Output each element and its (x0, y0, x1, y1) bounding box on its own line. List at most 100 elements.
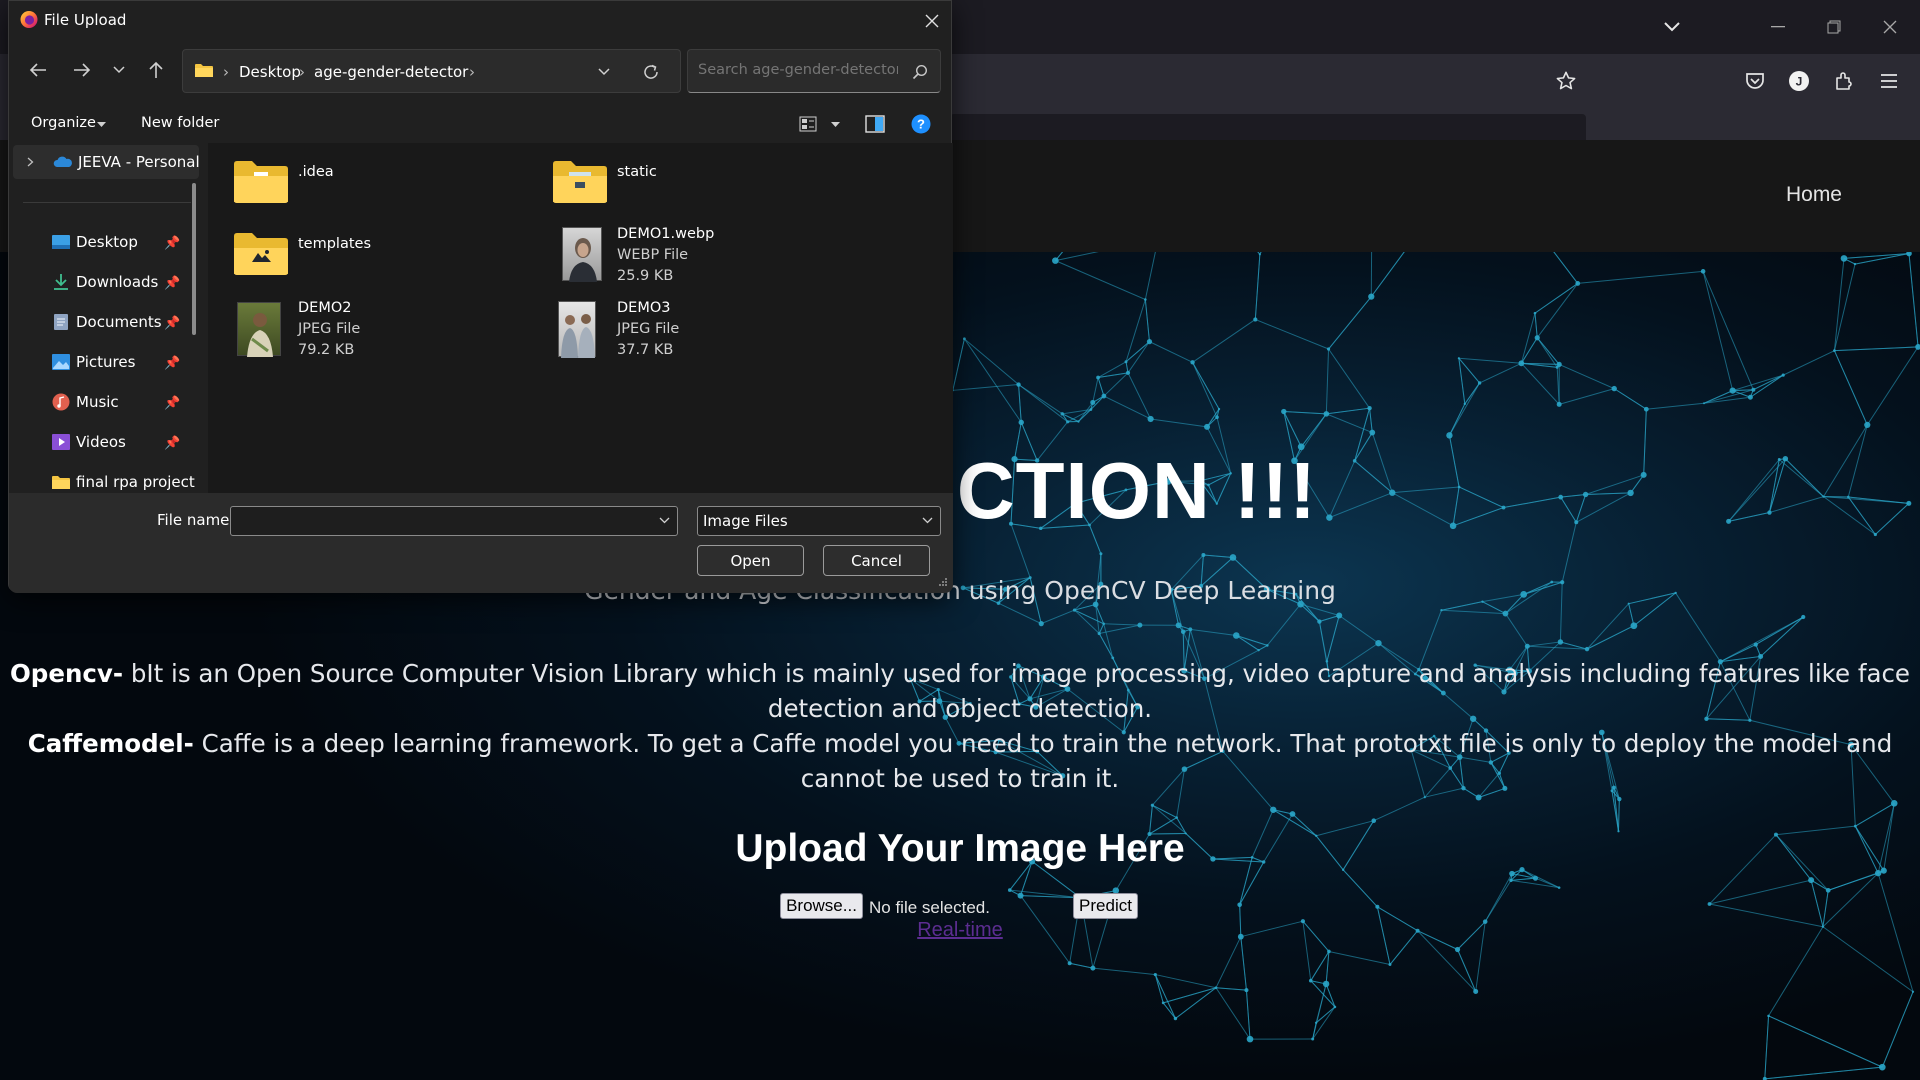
caffe-description: Caffe is a deep learning framework. To g… (193, 729, 1893, 793)
nav-item-label: Desktop (76, 233, 138, 251)
nav-item-downloads[interactable]: Downloads (51, 265, 158, 299)
dialog-footer: File name: Image Files Open Cancel (9, 493, 953, 593)
dialog-close-icon[interactable] (917, 7, 947, 35)
expand-chevron-icon[interactable] (27, 157, 34, 167)
nav-item-desktop[interactable]: Desktop (51, 225, 138, 259)
svg-text:J: J (1796, 75, 1803, 89)
pictures-icon (52, 354, 70, 370)
search-box[interactable] (687, 49, 941, 93)
file-list: .idea static templates DEMO1.webp WEBP F… (208, 143, 953, 493)
file-size: 37.7 KB (617, 342, 674, 358)
search-input[interactable] (698, 62, 898, 78)
file-name: DEMO3 (617, 300, 671, 316)
file-size: 25.9 KB (617, 268, 674, 284)
file-type-select[interactable]: Image Files (697, 506, 941, 536)
pin-icon: 📌 (164, 275, 181, 290)
restore-window-icon[interactable] (1816, 12, 1852, 42)
file-item-demo2[interactable]: DEMO2 JPEG File 79.2 KB (298, 298, 360, 361)
file-type: JPEG File (617, 321, 680, 337)
opencv-term: Opencv- (9, 659, 124, 688)
cancel-button[interactable]: Cancel (823, 545, 930, 576)
list-all-tabs-icon[interactable] (1655, 12, 1689, 42)
file-type: JPEG File (298, 321, 361, 337)
home-link[interactable]: Home (1786, 183, 1842, 207)
nav-item-documents[interactable]: Documents (51, 305, 162, 339)
file-name: static (617, 164, 657, 180)
file-item-static[interactable]: static (617, 162, 657, 183)
address-dropdown-chevron-icon[interactable] (593, 62, 615, 82)
resize-grip-icon[interactable] (938, 577, 948, 587)
pin-icon: 📌 (164, 395, 181, 410)
up-arrow-icon[interactable] (143, 57, 169, 83)
documents-icon (54, 314, 68, 330)
minimize-window-icon[interactable] (1760, 12, 1796, 42)
bookmark-star-icon[interactable] (1551, 66, 1581, 96)
opencv-paragraph: Opencv- bIt is an Open Source Computer V… (0, 656, 1920, 726)
nav-divider (23, 202, 191, 203)
extensions-icon[interactable] (1829, 66, 1859, 96)
download-icon (54, 274, 68, 290)
file-name: templates (298, 236, 372, 252)
preview-pane-icon[interactable] (863, 112, 887, 136)
opencv-description: bIt is an Open Source Computer Vision Li… (123, 659, 1911, 723)
file-name-dropdown-chevron-icon[interactable] (659, 517, 670, 524)
close-window-icon[interactable] (1872, 12, 1908, 42)
file-type-value: Image Files (703, 512, 788, 530)
realtime-link[interactable]: Real-time (0, 919, 1920, 942)
pocket-icon[interactable] (1740, 66, 1770, 96)
desktop-icon (52, 235, 70, 249)
file-item-demo3[interactable]: DEMO3 JPEG File 37.7 KB (617, 298, 679, 361)
command-bar: Organize New folder ? (9, 105, 953, 143)
view-options-icon[interactable] (797, 112, 819, 136)
nav-item-videos[interactable]: Videos (51, 425, 126, 459)
account-avatar-icon[interactable]: J (1784, 66, 1814, 96)
nav-item-label: Documents (76, 313, 162, 331)
file-item-demo1[interactable]: DEMO1.webp WEBP File 25.9 KB (617, 224, 714, 287)
breadcrumb-age-gender-detector[interactable]: age-gender-detector (314, 63, 468, 81)
browse-button[interactable]: Browse... (780, 893, 863, 919)
demo2-thumbnail (237, 302, 281, 357)
help-icon[interactable]: ? (909, 112, 933, 136)
file-item-idea[interactable]: .idea (298, 162, 334, 183)
no-file-selected-text: No file selected. (869, 898, 990, 917)
refresh-icon[interactable] (639, 61, 663, 83)
nav-item-music[interactable]: Music (51, 385, 119, 419)
recent-locations-chevron-icon[interactable] (108, 57, 130, 83)
folder-icon (195, 63, 213, 78)
nav-item-label: Downloads (76, 273, 159, 291)
nav-item-pictures[interactable]: Pictures (51, 345, 135, 379)
organize-button[interactable]: Organize (31, 115, 96, 131)
nav-item-label: final rpa project (76, 473, 195, 491)
demo1-thumbnail (562, 227, 602, 282)
nav-item-jeeva-personal[interactable]: JEEVA - Personal (53, 145, 200, 179)
firefox-logo-icon (19, 9, 39, 29)
new-folder-button[interactable]: New folder (141, 115, 219, 131)
file-type-chevron-icon (922, 517, 933, 524)
back-arrow-icon[interactable] (25, 57, 51, 83)
file-item-templates[interactable]: templates (298, 234, 371, 255)
open-button[interactable]: Open (697, 545, 804, 576)
file-name-input[interactable] (230, 506, 678, 536)
breadcrumb-desktop[interactable]: Desktop (239, 63, 301, 81)
predict-button[interactable]: Predict (1073, 893, 1138, 919)
view-dropdown-icon[interactable] (831, 122, 840, 128)
onedrive-icon (53, 156, 72, 167)
hamburger-menu-icon[interactable] (1874, 66, 1904, 96)
pin-icon: 📌 (164, 315, 181, 330)
pin-icon: 📌 (164, 235, 181, 250)
caffe-term: Caffemodel- (27, 729, 194, 758)
nav-scrollbar[interactable] (192, 183, 196, 335)
address-row: › Desktop › age-gender-detector › (9, 45, 953, 103)
breadcrumb[interactable]: › Desktop › age-gender-detector › (182, 49, 681, 93)
caffe-paragraph: Caffemodel- Caffe is a deep learning fra… (0, 726, 1920, 796)
music-icon (52, 393, 70, 411)
organize-chevron-icon (97, 122, 106, 128)
nav-item-label: JEEVA - Personal (78, 153, 200, 171)
file-upload-dialog: File Upload › Desktop › age-gender-detec… (8, 0, 953, 593)
nav-item-label: Videos (76, 433, 126, 451)
folder-icon (234, 232, 288, 276)
folder-icon (234, 160, 288, 204)
file-name: DEMO1.webp (617, 226, 715, 242)
nav-item-final-rpa-project[interactable]: final rpa project (51, 465, 195, 493)
forward-arrow-icon[interactable] (69, 57, 95, 83)
